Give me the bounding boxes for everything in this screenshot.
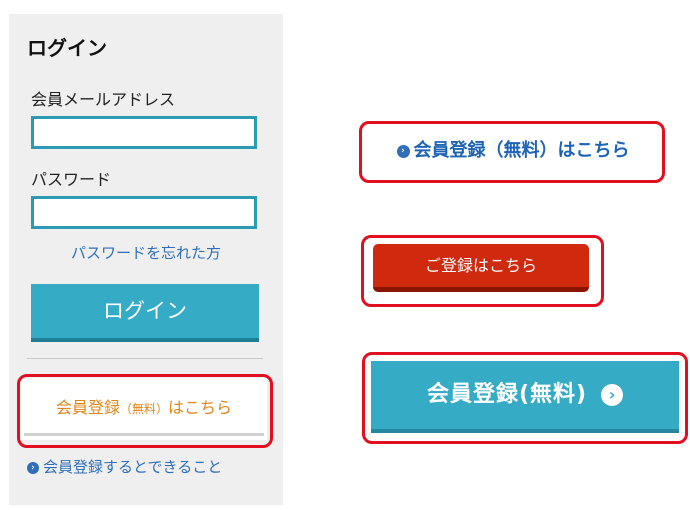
register-benefits-label: 会員登録するとできること bbox=[43, 458, 223, 476]
forgot-password-link[interactable]: パスワードを忘れた方 bbox=[9, 242, 283, 263]
register-teal-label: 会員登録(無料) bbox=[426, 382, 588, 407]
email-label: 会員メールアドレス bbox=[31, 90, 176, 109]
chevron-right-circle-icon: › bbox=[601, 384, 624, 406]
email-field[interactable] bbox=[31, 116, 257, 149]
password-field[interactable] bbox=[31, 196, 257, 229]
login-title: ログイン bbox=[27, 36, 107, 60]
register-text-link-label: 会員登録（無料）はこちら bbox=[413, 140, 630, 161]
register-benefits-link[interactable]: › 会員登録するとできること bbox=[27, 456, 222, 477]
highlight-frame bbox=[17, 374, 273, 448]
register-teal-button[interactable]: 会員登録(無料) › bbox=[371, 361, 679, 433]
divider bbox=[27, 358, 263, 359]
login-button[interactable]: ログイン bbox=[31, 284, 259, 342]
register-red-button[interactable]: ご登録はこちら bbox=[373, 244, 589, 292]
chevron-right-circle-icon: › bbox=[396, 144, 410, 158]
register-text-link[interactable]: › 会員登録（無料）はこちら bbox=[362, 124, 664, 182]
chevron-right-circle-icon: › bbox=[27, 461, 39, 474]
password-label: パスワード bbox=[31, 170, 112, 189]
